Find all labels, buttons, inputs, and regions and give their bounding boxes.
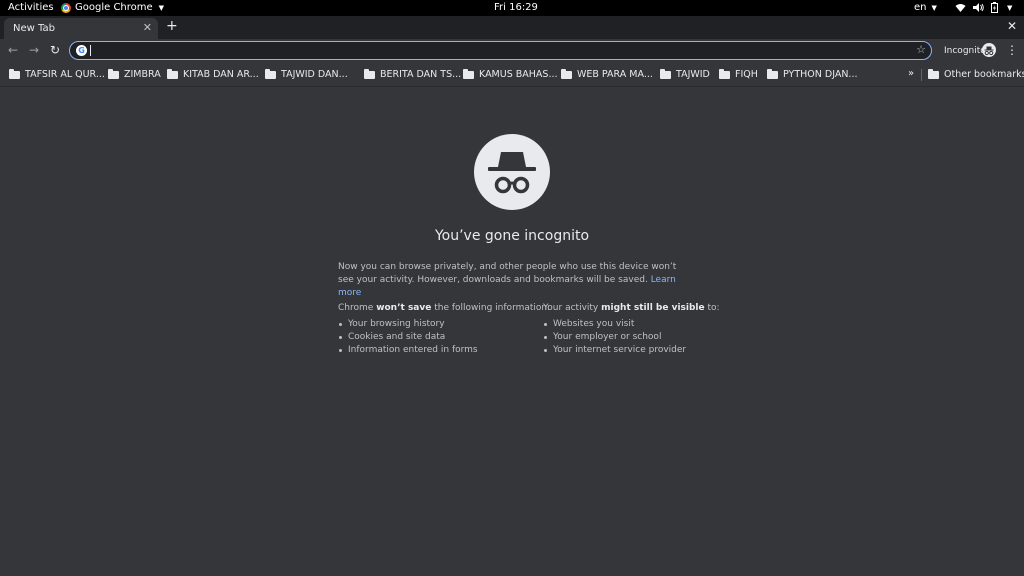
wont-save-prefix: Chrome xyxy=(338,303,374,313)
folder-icon xyxy=(561,69,572,79)
chrome-logo-icon xyxy=(61,2,71,13)
incognito-heading: You’ve gone incognito xyxy=(434,228,590,244)
omnibox[interactable]: G ☆ xyxy=(69,41,932,60)
app-menu-label: Google Chrome xyxy=(75,2,153,13)
text-cursor xyxy=(90,45,91,56)
incognito-intro: Now you can browse privately, and other … xyxy=(338,261,688,300)
list-item: Your browsing history xyxy=(338,318,550,331)
tab-strip: New Tab ✕ xyxy=(0,16,1024,39)
caret-down-icon: ▼ xyxy=(931,3,937,12)
tab-close-icon[interactable]: ✕ xyxy=(143,21,152,34)
bookmark-folder[interactable]: BERITA DAN TS... xyxy=(364,69,461,80)
reload-button[interactable]: ↻ xyxy=(50,43,60,57)
folder-icon xyxy=(9,69,20,79)
bookmark-label: BERITA DAN TS... xyxy=(380,69,462,80)
bookmark-label: WEB PARA MA... xyxy=(577,69,653,80)
folder-icon xyxy=(364,69,375,79)
bookmark-folder[interactable]: FIQH xyxy=(719,69,758,80)
bookmark-folder[interactable]: WEB PARA MA... xyxy=(561,69,653,80)
tab-new-tab[interactable]: New Tab ✕ xyxy=(4,18,158,39)
bookmark-folder[interactable]: KITAB DAN AR... xyxy=(167,69,259,80)
still-visible-strong: might still be visible xyxy=(601,303,705,313)
toolbar: ← → ↻ G ☆ Incognito ⋮ xyxy=(0,39,1024,63)
wont-save-list: Your browsing history Cookies and site d… xyxy=(338,318,550,357)
bookmark-folder[interactable]: TAJWID DAN... xyxy=(265,69,348,80)
still-visible-heading: Your activity might still be visible to: xyxy=(543,302,720,315)
bookmark-label: FIQH xyxy=(735,69,758,80)
bookmark-star-icon[interactable]: ☆ xyxy=(916,43,926,56)
bookmark-label: TAFSIR AL QUR... xyxy=(25,69,105,80)
list-item: Your employer or school xyxy=(543,331,720,344)
bookmark-label: KITAB DAN AR... xyxy=(183,69,259,80)
bookmark-folder[interactable]: PYTHON DJAN... xyxy=(767,69,858,80)
window-close-button[interactable]: ✕ xyxy=(1007,19,1017,33)
incognito-page: You’ve gone incognito Now you can browse… xyxy=(0,88,1024,576)
language-selector[interactable]: en ▼ xyxy=(914,2,937,13)
folder-icon xyxy=(767,69,778,79)
incognito-spy-icon xyxy=(474,134,550,210)
volume-icon xyxy=(973,3,984,12)
wont-save-strong: won’t save xyxy=(376,303,432,313)
caret-down-icon: ▼ xyxy=(1007,3,1013,12)
folder-icon xyxy=(463,69,474,79)
folder-icon xyxy=(265,69,276,79)
wont-save-column: Chrome won’t save the following informat… xyxy=(338,302,550,357)
incognito-avatar-icon[interactable] xyxy=(982,43,996,57)
folder-icon xyxy=(928,69,939,79)
list-item: Your internet service provider xyxy=(543,344,720,357)
bookmark-folder[interactable]: TAFSIR AL QUR... xyxy=(9,69,105,80)
app-menu[interactable]: Google Chrome ▼ xyxy=(61,2,164,13)
still-visible-suffix: to: xyxy=(707,303,720,313)
caret-down-icon: ▼ xyxy=(158,3,165,12)
menu-kebab-icon[interactable]: ⋮ xyxy=(1006,43,1018,57)
language-label: en xyxy=(914,2,927,13)
still-visible-column: Your activity might still be visible to:… xyxy=(543,302,720,357)
intro-text: Now you can browse privately, and other … xyxy=(338,262,677,285)
forward-button[interactable]: → xyxy=(29,43,39,57)
list-item: Websites you visit xyxy=(543,318,720,331)
clock[interactable]: Fri 16:29 xyxy=(494,2,538,13)
bookmark-folder[interactable]: TAJWID xyxy=(660,69,710,80)
still-visible-list: Websites you visit Your employer or scho… xyxy=(543,318,720,357)
list-item: Cookies and site data xyxy=(338,331,550,344)
still-visible-prefix: Your activity xyxy=(543,303,599,313)
bookmark-label: PYTHON DJAN... xyxy=(783,69,858,80)
folder-icon xyxy=(108,69,119,79)
incognito-label[interactable]: Incognito xyxy=(944,46,986,56)
folder-icon xyxy=(719,69,730,79)
bookmark-folder[interactable]: ZIMBRA xyxy=(108,69,161,80)
tab-title: New Tab xyxy=(13,23,55,34)
wont-save-heading: Chrome won’t save the following informat… xyxy=(338,302,550,315)
bookmark-folder[interactable]: KAMUS BAHAS... xyxy=(463,69,558,80)
address-input[interactable] xyxy=(92,43,892,58)
folder-icon xyxy=(167,69,178,79)
google-g-icon: G xyxy=(76,45,87,56)
back-button[interactable]: ← xyxy=(8,43,18,57)
bookmark-label: TAJWID xyxy=(676,69,710,80)
bookmark-label: ZIMBRA xyxy=(124,69,161,80)
bookmark-label: TAJWID DAN... xyxy=(281,69,348,80)
system-tray[interactable]: ▼ xyxy=(955,2,1012,13)
battery-icon xyxy=(991,2,998,13)
other-bookmarks[interactable]: Other bookmarks xyxy=(928,69,1024,80)
bookmarks-overflow-chevron-icon[interactable]: » xyxy=(908,68,914,79)
list-item: Information entered in forms xyxy=(338,344,550,357)
new-tab-button[interactable]: + xyxy=(166,18,178,34)
folder-icon xyxy=(660,69,671,79)
bookmarks-bar: TAFSIR AL QUR... ZIMBRA KITAB DAN AR... … xyxy=(0,63,1024,87)
wont-save-suffix: the following information: xyxy=(434,303,551,313)
activities-button[interactable]: Activities xyxy=(8,2,54,13)
other-bookmarks-label: Other bookmarks xyxy=(944,69,1024,80)
wifi-icon xyxy=(955,4,966,12)
bookmark-label: KAMUS BAHAS... xyxy=(479,69,558,80)
system-top-bar: Activities Google Chrome ▼ Fri 16:29 en … xyxy=(0,0,1024,16)
bookmarks-divider xyxy=(921,69,922,81)
